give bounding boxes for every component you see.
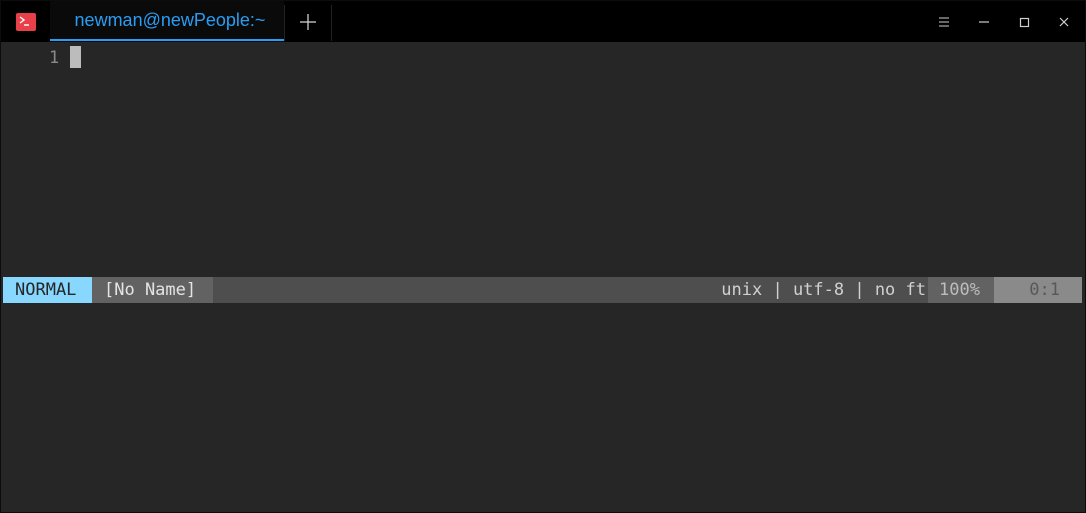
buffer-filename: [No Name] (92, 277, 213, 303)
tab-terminal[interactable]: newman@newPeople:~ (50, 1, 284, 42)
percent-label: 100% (939, 280, 980, 300)
mode-indicator: NORMAL (3, 277, 92, 303)
status-line: NORMAL [No Name] unix | utf-8 | no ft 10… (3, 277, 1082, 303)
mode-label: NORMAL (15, 280, 77, 300)
close-icon (1059, 17, 1069, 27)
file-info: unix | utf-8 | no ft (721, 280, 926, 300)
tab-divider (331, 5, 332, 41)
title-bar[interactable]: newman@newPeople:~ (1, 1, 1085, 42)
cursor-position: 0:1 (994, 277, 1082, 303)
new-tab-button[interactable] (285, 1, 331, 42)
position-label: 0:1 (1029, 280, 1060, 300)
minimize-button[interactable] (964, 1, 1004, 42)
tab-title: newman@newPeople:~ (74, 10, 266, 30)
maximize-icon (1019, 17, 1030, 28)
active-tab-indicator (50, 39, 284, 41)
scroll-percent: 100% (928, 277, 994, 303)
plus-icon (300, 14, 316, 30)
terminal-app-icon (16, 13, 36, 31)
terminal-window: newman@newPeople:~ 1 NORMAL [No Name] un… (0, 0, 1086, 513)
command-line[interactable] (3, 303, 1083, 511)
menu-button[interactable] (924, 1, 964, 42)
line-number: 1 (49, 48, 60, 68)
minimize-icon (979, 21, 989, 23)
filename-label: [No Name] (104, 280, 197, 300)
maximize-button[interactable] (1004, 1, 1044, 42)
editor-buffer[interactable]: 1 (3, 43, 1083, 277)
hamburger-icon (939, 17, 949, 27)
text-cursor (70, 46, 81, 68)
close-button[interactable] (1044, 1, 1084, 42)
